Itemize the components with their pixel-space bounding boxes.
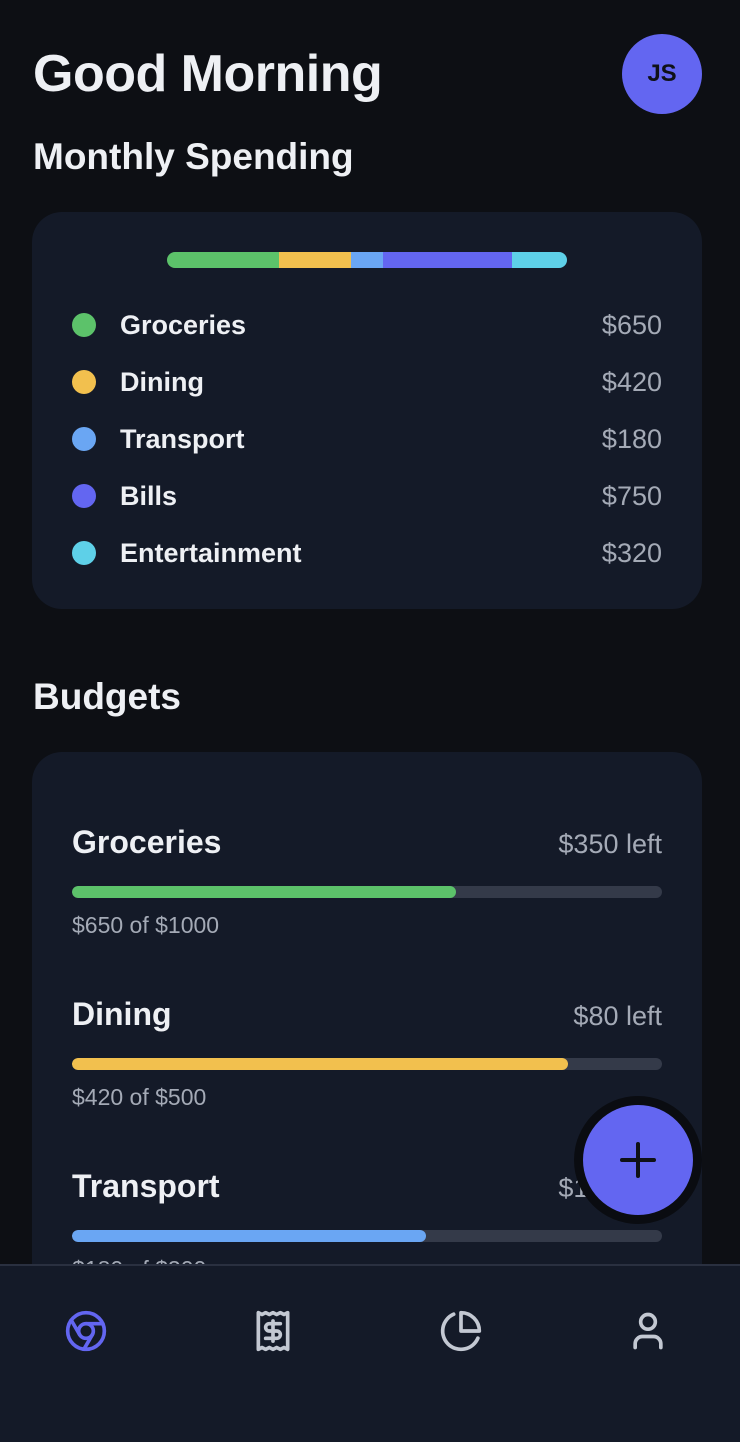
budget-name: Groceries — [72, 824, 222, 860]
stacked-segment-bills — [382, 252, 512, 268]
budgets-card: Groceries $350 left $650 of $1000 Dining… — [32, 752, 702, 1312]
budget-detail: $420 of $500 — [72, 1084, 207, 1110]
greeting-title: Good Morning — [33, 45, 383, 103]
nav-item-transactions[interactable] — [243, 1306, 303, 1356]
legend-label: Transport — [120, 423, 245, 454]
plus-icon — [620, 1142, 656, 1178]
spending-card: Groceries $650 Dining $420 Transport $18… — [32, 212, 702, 609]
legend-amount: $180 — [601, 423, 662, 454]
budget-item-dining[interactable]: Dining $80 left $420 of $500 — [72, 996, 662, 1111]
budget-name: Dining — [72, 996, 172, 1032]
dashboard-icon — [65, 1310, 107, 1352]
legend-dot — [72, 484, 96, 508]
legend-row-bills: Bills $750 — [72, 479, 662, 513]
legend-label: Dining — [120, 366, 204, 397]
stacked-segment-groceries — [167, 252, 280, 268]
legend-dot — [72, 541, 96, 565]
add-transaction-button[interactable] — [574, 1096, 702, 1224]
nav-item-dashboard[interactable] — [56, 1306, 116, 1356]
legend-dot — [72, 427, 96, 451]
budget-remaining: $350 left — [558, 829, 662, 859]
budget-progress-fill — [72, 1230, 426, 1242]
receipt-dollar-icon — [256, 1310, 290, 1352]
bottom-nav — [0, 1264, 740, 1442]
legend-row-entertainment: Entertainment $320 — [72, 536, 662, 570]
avatar[interactable]: JS — [622, 34, 702, 114]
legend-dot — [72, 370, 96, 394]
budget-name: Transport — [72, 1168, 220, 1204]
budget-progress-track — [72, 886, 662, 898]
legend-row-transport: Transport $180 — [72, 422, 662, 456]
nav-item-profile[interactable] — [618, 1306, 678, 1356]
stacked-segment-entertainment — [511, 252, 567, 268]
fab-circle — [583, 1105, 693, 1215]
legend-row-dining: Dining $420 — [72, 365, 662, 399]
monthly-spending-title: Monthly Spending — [33, 136, 354, 177]
budget-progress-fill — [72, 886, 456, 898]
user-icon — [633, 1312, 663, 1350]
budgets-title: Budgets — [33, 676, 181, 717]
budget-remaining: $80 left — [573, 1001, 662, 1031]
avatar-initials: JS — [647, 60, 677, 87]
legend-amount: $750 — [601, 480, 662, 511]
legend-label: Entertainment — [120, 537, 302, 568]
budget-progress-track — [72, 1230, 662, 1242]
budget-progress-fill — [72, 1058, 568, 1070]
stacked-segment-dining — [279, 252, 352, 268]
legend-amount: $320 — [601, 537, 662, 568]
legend-label: Bills — [120, 480, 178, 511]
spending-stacked-bar — [167, 252, 567, 268]
legend-label: Groceries — [120, 309, 247, 340]
legend-amount: $420 — [601, 366, 662, 397]
legend-amount: $650 — [601, 309, 662, 340]
budget-progress-track — [72, 1058, 662, 1070]
legend-dot — [72, 313, 96, 337]
legend-row-groceries: Groceries $650 — [72, 308, 662, 342]
nav-item-reports[interactable] — [431, 1306, 491, 1356]
stacked-segment-transport — [351, 252, 383, 268]
budget-item-groceries[interactable]: Groceries $350 left $650 of $1000 — [72, 824, 662, 939]
budget-detail: $650 of $1000 — [72, 912, 220, 938]
pie-chart-icon — [440, 1310, 482, 1352]
